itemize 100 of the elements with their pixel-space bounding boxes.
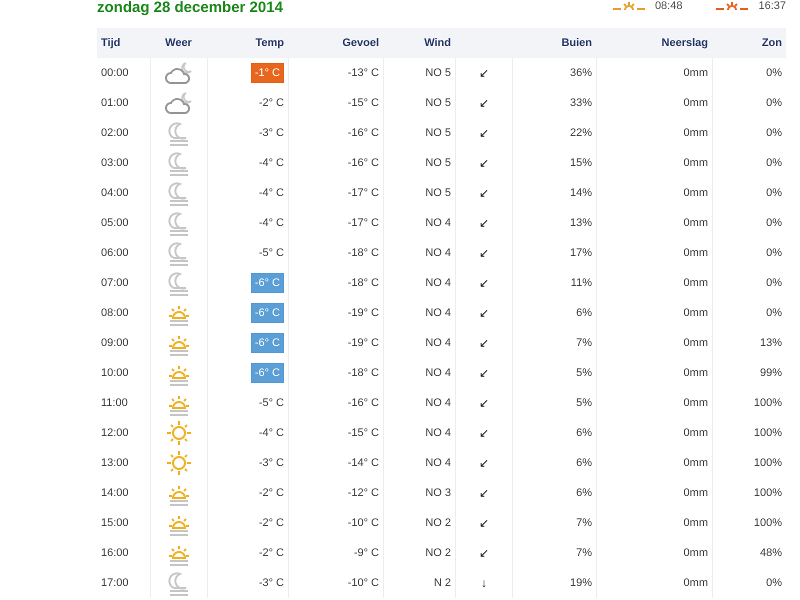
feels-like-cell-text: -14° C: [348, 456, 379, 471]
wind-arrow: ↙: [479, 65, 489, 82]
column-header: Zon: [762, 36, 782, 51]
temperature-cell-text: -3° C: [258, 456, 284, 471]
sunshine-cell-text: 100%: [754, 426, 782, 441]
wind-arrow: ↙: [479, 95, 489, 112]
showers-cell-text: 13%: [570, 216, 592, 231]
wind-cell-text: NO 4: [425, 306, 451, 321]
temperature-cell-text: -5° C: [258, 246, 284, 261]
showers-cell-text: 5%: [576, 366, 592, 381]
temperature-cell: -6° C: [250, 332, 284, 354]
time-cell-text: 02:00: [101, 126, 129, 141]
time-cell-text: 17:00: [101, 576, 129, 591]
showers-cell-text: 15%: [570, 156, 592, 171]
feels-like-cell-text: -18° C: [348, 246, 379, 261]
sunshine-cell-text: 0%: [766, 186, 782, 201]
wind-cell-text: NO 4: [425, 216, 451, 231]
showers-cell-text: 14%: [570, 186, 592, 201]
showers-cell-text: 5%: [576, 396, 592, 411]
wind-cell-text: NO 4: [425, 366, 451, 381]
wind-cell-text: NO 4: [425, 426, 451, 441]
showers-cell-text: 33%: [570, 96, 592, 111]
column-header: Gevoel: [342, 36, 379, 51]
sunshine-cell-text: 100%: [754, 486, 782, 501]
feels-like-cell-text: -19° C: [348, 306, 379, 321]
temperature-cell: -6° C: [250, 362, 284, 384]
time-cell-text: 10:00: [101, 366, 129, 381]
feels-like-cell-text: -10° C: [348, 516, 379, 531]
feels-like-cell-text: -12° C: [348, 486, 379, 501]
wind-cell-text: NO 4: [425, 396, 451, 411]
sunshine-cell-text: 0%: [766, 246, 782, 261]
wind-arrow: ↓: [481, 575, 487, 592]
time-cell-text: 06:00: [101, 246, 129, 261]
precipitation-cell-text: 0mm: [684, 246, 708, 261]
sunset-time: 16:37: [758, 0, 786, 12]
sunshine-cell-text: 0%: [766, 96, 782, 111]
precipitation-cell-text: 0mm: [684, 306, 708, 321]
feels-like-cell-text: -19° C: [348, 336, 379, 351]
feels-like-cell-text: -13° C: [348, 66, 379, 81]
wind-cell-text: N 2: [434, 576, 451, 591]
temperature-cell-text: -4° C: [258, 426, 284, 441]
feels-like-cell-text: -17° C: [348, 216, 379, 231]
time-cell-text: 11:00: [101, 396, 128, 411]
temperature-cell-text: -2° C: [258, 486, 284, 501]
wind-arrow: ↙: [479, 155, 489, 172]
temperature-cell-text: -4° C: [258, 156, 284, 171]
wind-arrow: ↙: [479, 125, 489, 142]
column-header: Buien: [561, 36, 592, 51]
sunshine-cell-text: 100%: [754, 516, 782, 531]
showers-cell-text: 7%: [576, 546, 592, 561]
showers-cell-text: 36%: [570, 66, 592, 81]
column-header: Weer: [165, 36, 192, 51]
column-header: Wind: [424, 36, 451, 51]
wind-arrow: ↙: [479, 455, 489, 472]
precipitation-cell-text: 0mm: [684, 126, 708, 141]
time-cell-text: 07:00: [101, 276, 129, 291]
temperature-cell-text: -2° C: [258, 96, 284, 111]
feels-like-cell-text: -16° C: [348, 126, 379, 141]
wind-arrow: ↙: [479, 185, 489, 202]
wind-cell-text: NO 5: [425, 66, 451, 81]
temperature-cell-text: -3° C: [258, 126, 284, 141]
precipitation-cell-text: 0mm: [684, 186, 708, 201]
precipitation-cell-text: 0mm: [684, 276, 708, 291]
time-cell-text: 14:00: [101, 486, 129, 501]
precipitation-cell-text: 0mm: [684, 516, 708, 531]
feels-like-cell-text: -18° C: [348, 366, 379, 381]
sunshine-cell-text: 0%: [766, 306, 782, 321]
precipitation-cell-text: 0mm: [684, 66, 708, 81]
sunshine-cell-text: 0%: [766, 216, 782, 231]
showers-cell-text: 19%: [570, 576, 592, 591]
wind-arrow: ↙: [479, 305, 489, 322]
wind-arrow: ↙: [479, 425, 489, 442]
precipitation-cell-text: 0mm: [684, 336, 708, 351]
wind-arrow: ↙: [479, 275, 489, 292]
wind-arrow: ↙: [479, 395, 489, 412]
temperature-cell-text: -4° C: [258, 216, 284, 231]
precipitation-cell-text: 0mm: [684, 156, 708, 171]
temperature-cell: -6° C: [250, 272, 284, 294]
sunshine-cell-text: 13%: [760, 336, 782, 351]
wind-arrow: ↙: [479, 335, 489, 352]
wind-cell-text: NO 5: [425, 96, 451, 111]
temperature-cell-text: -3° C: [258, 576, 284, 591]
sunshine-cell-text: 0%: [766, 126, 782, 141]
wind-cell-text: NO 5: [425, 156, 451, 171]
precipitation-cell-text: 0mm: [684, 216, 708, 231]
time-cell-text: 04:00: [101, 186, 129, 201]
feels-like-cell-text: -18° C: [348, 276, 379, 291]
sunshine-cell-text: 0%: [766, 156, 782, 171]
column-header: Temp: [255, 36, 284, 51]
date-heading: zondag 28 december 2014: [97, 0, 283, 16]
wind-arrow: ↙: [479, 545, 489, 562]
showers-cell-text: 6%: [576, 486, 592, 501]
temperature-cell: -1° C: [250, 62, 284, 84]
time-cell-text: 15:00: [101, 516, 129, 531]
precipitation-cell-text: 0mm: [684, 546, 708, 561]
sunshine-cell-text: 99%: [760, 366, 782, 381]
precipitation-cell-text: 0mm: [684, 486, 708, 501]
sunshine-cell-text: 0%: [766, 66, 782, 81]
wind-cell-text: NO 2: [425, 546, 451, 561]
feels-like-cell-text: -9° C: [354, 546, 379, 561]
